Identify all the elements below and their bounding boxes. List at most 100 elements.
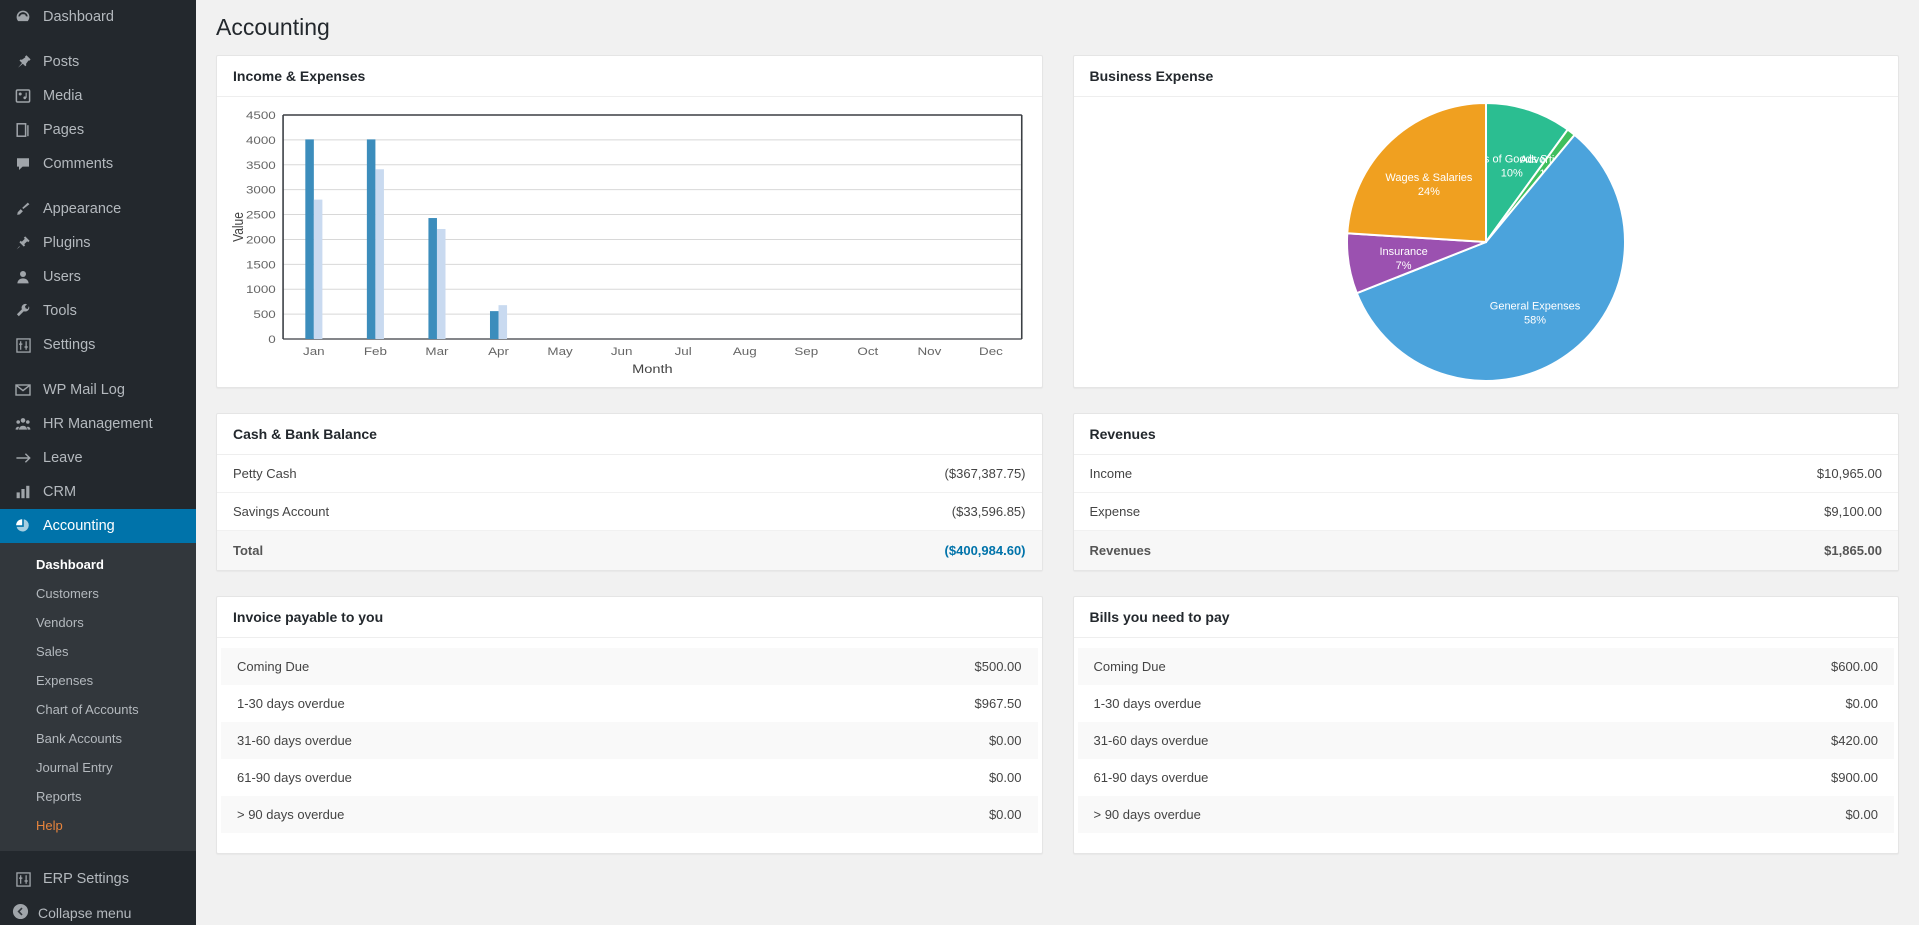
row-label: Income (1074, 455, 1478, 493)
sidebar-item-erp-settings[interactable]: ERP Settings (0, 862, 196, 896)
sidebar-item-label: Settings (43, 328, 95, 362)
table-row: Coming Due$600.00 (1078, 648, 1895, 685)
aging-value: $900.00 (1608, 759, 1894, 796)
sliders-icon (12, 872, 34, 887)
plug-icon (12, 235, 34, 251)
svg-text:500: 500 (253, 308, 276, 321)
collapse-menu-button[interactable]: Collapse menu (0, 896, 196, 925)
table-row: 31-60 days overdue$0.00 (221, 722, 1038, 759)
row-value: $10,965.00 (1478, 455, 1898, 493)
revenues-table: Income$10,965.00Expense$9,100.00Revenues… (1074, 455, 1899, 570)
submenu-item-bank-accounts[interactable]: Bank Accounts (0, 724, 196, 753)
sidebar-item-label: Appearance (43, 192, 121, 226)
sidebar-item-label: WP Mail Log (43, 373, 125, 407)
revenues-card: Revenues Income$10,965.00Expense$9,100.0… (1073, 413, 1900, 571)
table-row: > 90 days overdue$0.00 (1078, 796, 1895, 833)
card-title: Revenues (1074, 414, 1899, 455)
sidebar-item-users[interactable]: Users (0, 260, 196, 294)
submenu-item-chart-of-accounts[interactable]: Chart of Accounts (0, 695, 196, 724)
aging-label: 61-90 days overdue (1078, 759, 1609, 796)
sidebar-item-media[interactable]: Media (0, 79, 196, 113)
aging-label: Coming Due (221, 648, 752, 685)
sidebar-item-label: Users (43, 260, 81, 294)
cash-bank-column: Cash & Bank Balance Petty Cash($367,387.… (216, 413, 1043, 596)
table-row: Income$10,965.00 (1074, 455, 1899, 493)
sidebar-item-dashboard[interactable]: Dashboard (0, 0, 196, 34)
total-label: Total (217, 530, 655, 570)
sidebar-item-wp-mail-log[interactable]: WP Mail Log (0, 373, 196, 407)
sidebar-item-accounting[interactable]: Accounting (0, 509, 196, 543)
row-value: ($33,596.85) (655, 492, 1041, 530)
aging-value: $0.00 (1608, 796, 1894, 833)
sidebar-item-leave[interactable]: Leave (0, 441, 196, 475)
submenu-item-vendors[interactable]: Vendors (0, 608, 196, 637)
svg-text:Sep: Sep (794, 345, 818, 358)
aging-value: $967.50 (752, 685, 1038, 722)
bills-to-pay-table: Coming Due$600.001-30 days overdue $0.00 3… (1078, 648, 1895, 833)
table-row: 31-60 days overdue$420.00 (1078, 722, 1895, 759)
submenu-item-customers[interactable]: Customers (0, 579, 196, 608)
sidebar-item-hr-management[interactable]: HR Management (0, 407, 196, 441)
submenu-item-sales[interactable]: Sales (0, 637, 196, 666)
sidebar-item-comments[interactable]: Comments (0, 147, 196, 181)
svg-text:May: May (547, 345, 573, 358)
submenu-item-reports[interactable]: Reports (0, 782, 196, 811)
aging-label: 31-60 days overdue (1078, 722, 1609, 759)
total-row: Total($400,984.60) (217, 530, 1042, 570)
svg-text:4500: 4500 (246, 109, 276, 122)
cash-bank-balance-card: Cash & Bank Balance Petty Cash($367,387.… (216, 413, 1043, 571)
bills-column: Bills you need to pay Coming Due$600.001… (1073, 596, 1900, 879)
sidebar-item-label: Leave (43, 441, 83, 475)
svg-text:Feb: Feb (364, 345, 387, 358)
user-icon (12, 269, 34, 285)
account-link[interactable]: Petty Cash (217, 455, 655, 493)
table-row: > 90 days overdue$0.00 (221, 796, 1038, 833)
aging-label: Coming Due (1078, 648, 1609, 685)
business-expense-pie-chart: Costs of Goods Sold10%Advertising1%Gener… (1206, 101, 1766, 383)
svg-text:3500: 3500 (246, 159, 276, 172)
svg-text:2000: 2000 (246, 233, 276, 246)
bar-chart-container: 050010001500200025003000350040004500JanF… (217, 97, 1042, 387)
income-expenses-bar-chart: 050010001500200025003000350040004500JanF… (227, 105, 1032, 381)
invoice-payable-table: Coming Due$500.001-30 days overdue$967.5… (221, 648, 1038, 833)
sidebar-item-posts[interactable]: Posts (0, 45, 196, 79)
aging-value: $0.00 (752, 722, 1038, 759)
business-expense-card: Business Expense Costs of Goods Sold10%A… (1073, 55, 1900, 388)
svg-text:Oct: Oct (857, 345, 878, 358)
accounting-submenu: DashboardCustomersVendorsSalesExpensesCh… (0, 543, 196, 851)
sidebar-item-settings[interactable]: Settings (0, 328, 196, 362)
aging-label: > 90 days overdue (221, 796, 752, 833)
dashboard-icon (12, 9, 34, 25)
sidebar-item-label: Media (43, 79, 83, 113)
envelope-icon (12, 382, 34, 398)
total-label: Revenues (1074, 530, 1478, 570)
charts-row: Income & Expenses 0500100015002000250030… (216, 55, 1899, 413)
sidebar-item-plugins[interactable]: Plugins (0, 226, 196, 260)
svg-text:2500: 2500 (246, 209, 276, 222)
sidebar-item-appearance[interactable]: Appearance (0, 192, 196, 226)
table-row: 61-90 days overdue$900.00 (1078, 759, 1895, 796)
sidebar-item-crm[interactable]: CRM (0, 475, 196, 509)
account-link[interactable]: Savings Account (217, 492, 655, 530)
arrow-right-icon (12, 450, 34, 466)
row-value: ($367,387.75) (655, 455, 1041, 493)
card-title: Bills you need to pay (1074, 597, 1899, 638)
submenu-item-journal-entry[interactable]: Journal Entry (0, 753, 196, 782)
right-column: Business Expense Costs of Goods Sold10%A… (1073, 55, 1900, 413)
svg-text:Dec: Dec (979, 345, 1003, 358)
aging-row: Invoice payable to you Coming Due$500.00… (216, 596, 1899, 879)
submenu-item-help[interactable]: Help (0, 811, 196, 840)
svg-text:Jan: Jan (303, 345, 325, 358)
aging-label: > 90 days overdue (1078, 796, 1609, 833)
aging-label: 1-30 days overdue (1078, 685, 1609, 722)
table-row: 1-30 days overdue$967.50 (221, 685, 1038, 722)
aging-label: 1-30 days overdue (221, 685, 752, 722)
admin-sidebar: Dashboard PostsMediaPagesComments Appearan… (0, 0, 196, 925)
collapse-icon (12, 903, 29, 923)
sidebar-item-pages[interactable]: Pages (0, 113, 196, 147)
people-icon (12, 416, 34, 432)
total-value: ($400,984.60) (655, 530, 1041, 570)
submenu-item-dashboard[interactable]: Dashboard (0, 550, 196, 579)
submenu-item-expenses[interactable]: Expenses (0, 666, 196, 695)
sidebar-item-tools[interactable]: Tools (0, 294, 196, 328)
